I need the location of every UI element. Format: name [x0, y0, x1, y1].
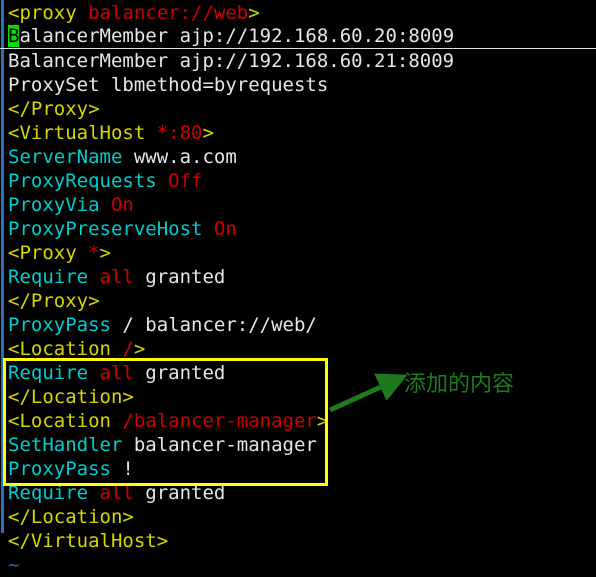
code-line[interactable]: </Location>	[0, 505, 596, 529]
code-token: Require	[8, 266, 89, 288]
code-token: ProxyRequests	[8, 170, 157, 192]
code-token: granted	[133, 482, 226, 504]
code-line[interactable]: ~	[0, 553, 596, 577]
code-token: / balancer://web/	[110, 314, 317, 336]
vim-terminal-window: <proxy balancer://web> BalancerMember ajp…	[0, 0, 596, 576]
annotation-arrow-icon	[328, 373, 408, 413]
code-line[interactable]: SetHandler balancer-manager	[0, 433, 596, 457]
code-token: >	[202, 122, 214, 144]
code-token: </VirtualHost>	[8, 530, 169, 552]
code-token: <Location	[8, 410, 123, 432]
code-line[interactable]: Require all granted	[0, 265, 596, 289]
code-token: balancer-manager	[122, 434, 317, 456]
code-token: !	[110, 458, 134, 480]
code-line[interactable]: Require all granted	[0, 481, 596, 505]
code-token: Off	[168, 170, 203, 192]
code-token: all	[99, 266, 134, 288]
code-line[interactable]: ProxyPass !	[0, 457, 596, 481]
code-token: /	[122, 338, 134, 360]
code-line[interactable]: ProxySet lbmethod=byrequests	[0, 73, 596, 97]
code-line[interactable]: </Proxy>	[0, 97, 596, 121]
code-token: all	[99, 362, 134, 384]
code-token: <Proxy	[8, 242, 89, 264]
code-token: *:80	[156, 122, 203, 144]
code-token: </Proxy>	[8, 98, 100, 120]
code-line[interactable]: </Proxy>	[0, 289, 596, 313]
code-line[interactable]: <Location />	[0, 337, 596, 361]
code-token: granted	[133, 266, 226, 288]
code-token: </Location>	[8, 386, 134, 408]
code-line[interactable]: <Proxy *>	[0, 241, 596, 265]
code-token: *	[88, 242, 100, 264]
code-token: balancer://web	[88, 2, 249, 24]
code-token: SetHandler	[8, 434, 123, 456]
code-line[interactable]: <Location /balancer-manager>	[0, 409, 596, 433]
code-token: all	[99, 482, 134, 504]
code-line[interactable]: <VirtualHost *:80>	[0, 121, 596, 145]
code-token: /balancer-manager	[122, 410, 317, 432]
code-token: BalancerMember ajp://192.168.60.21:8009	[8, 50, 455, 72]
code-token: ProxyPreserveHost	[8, 218, 203, 240]
code-line[interactable]: ServerName www.a.com	[0, 145, 596, 169]
code-token: ProxyPass	[8, 458, 111, 480]
code-token: Require	[8, 362, 89, 384]
code-token: ~	[8, 554, 20, 576]
vim-text-buffer[interactable]: <proxy balancer://web> BalancerMember ajp…	[0, 0, 596, 577]
code-token: >	[99, 242, 111, 264]
code-token: ServerName	[8, 146, 123, 168]
code-token: ProxySet lbmethod=byrequests	[8, 74, 329, 96]
code-token: <Location	[8, 338, 123, 360]
code-line[interactable]: BalancerMember ajp://192.168.60.21:8009	[0, 49, 596, 73]
code-token: <VirtualHost	[8, 122, 157, 144]
code-line[interactable]: ProxyVia On	[0, 193, 596, 217]
code-token: www.a.com	[122, 146, 237, 168]
code-line-active[interactable]: BalancerMember ajp://192.168.60.20:8009	[0, 25, 596, 49]
code-token: On	[110, 194, 134, 216]
code-token: >	[248, 2, 260, 24]
code-token: alancerMember ajp://192.168.60.20:8009	[19, 25, 455, 47]
code-line[interactable]: <proxy balancer://web>	[0, 1, 596, 25]
code-token: </Proxy>	[8, 290, 100, 312]
code-token: Require	[8, 482, 89, 504]
code-line[interactable]: ProxyRequests Off	[0, 169, 596, 193]
code-line[interactable]: ProxyPreserveHost On	[0, 217, 596, 241]
code-token: <proxy	[8, 2, 89, 24]
code-token: >	[133, 338, 146, 360]
code-token: </Location>	[8, 506, 134, 528]
text-cursor: B	[8, 25, 20, 47]
code-line[interactable]: ProxyPass / balancer://web/	[0, 313, 596, 337]
code-token: granted	[133, 362, 226, 384]
code-token: ProxyVia	[8, 194, 100, 216]
annotation-label: 添加的内容	[404, 372, 515, 397]
code-token: On	[213, 218, 237, 240]
code-token: ProxyPass	[8, 314, 111, 336]
